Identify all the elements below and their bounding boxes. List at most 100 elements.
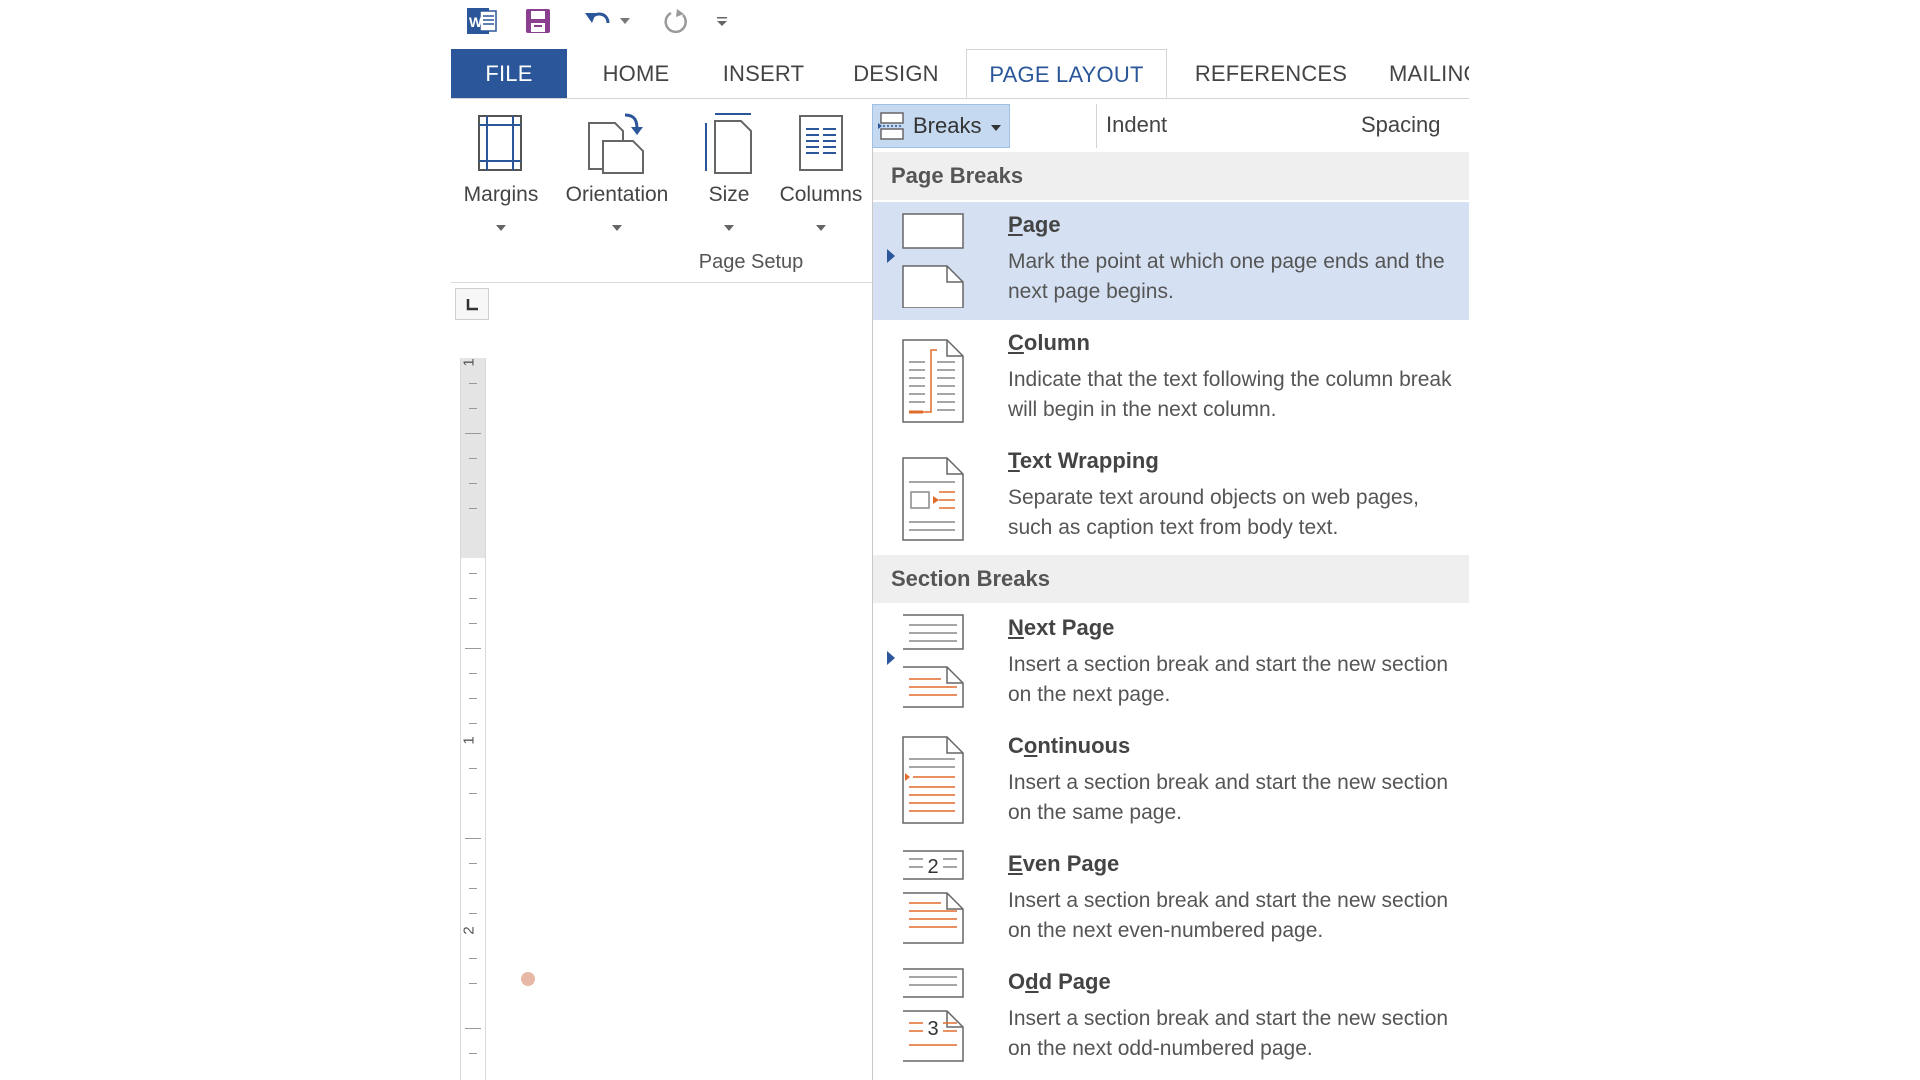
continuous-description: Insert a section break and start the new… — [1008, 771, 1449, 824]
tab-home[interactable]: HOME — [586, 49, 686, 98]
page-setup-group: Margins Orientation Size Columns Page Se… — [451, 99, 872, 283]
column-break-option[interactable]: Column Indicate that the text following … — [873, 320, 1469, 438]
margins-label: Margins — [463, 183, 539, 206]
ruler-tick — [469, 913, 477, 914]
chevron-down-icon — [496, 225, 506, 231]
size-label: Size — [708, 183, 750, 206]
undo-dropdown-icon[interactable] — [617, 6, 633, 36]
ruler-number: 1 — [460, 736, 478, 745]
even-page-title: Even Page — [1008, 851, 1120, 876]
ruler-tick — [465, 1028, 481, 1029]
svg-text:2: 2 — [927, 856, 938, 878]
size-icon — [705, 113, 752, 174]
spacing-label: Spacing — [1361, 112, 1441, 137]
ruler-tick — [469, 888, 477, 889]
tab-mailings[interactable]: MAILINGS — [1381, 49, 1469, 98]
ruler-tick — [469, 958, 477, 959]
orientation-button[interactable]: Orientation — [557, 101, 677, 241]
ruler-tick — [469, 768, 477, 769]
text-wrapping-title: Text Wrapping — [1008, 448, 1159, 473]
margins-icon — [478, 115, 522, 171]
orientation-label: Orientation — [565, 183, 669, 206]
left-tab-icon — [466, 299, 478, 311]
tab-references[interactable]: REFERENCES — [1181, 49, 1361, 98]
customize-qat-icon[interactable] — [713, 6, 731, 36]
ruler-tick — [469, 408, 477, 409]
word-icon[interactable]: W — [465, 6, 499, 36]
ruler-tick — [469, 598, 477, 599]
column-break-title: Column — [1008, 330, 1090, 355]
selection-pointer-icon — [887, 249, 895, 263]
ruler-number: 2 — [460, 926, 478, 935]
breaks-label: Breaks — [913, 113, 982, 138]
even-page-break-option[interactable]: 2 Even Page Insert a section break and s… — [873, 841, 1469, 959]
ruler-tick — [469, 793, 477, 794]
ruler-tick — [469, 623, 477, 624]
ruler-tick — [469, 573, 477, 574]
page-break-option[interactable]: Page Mark the point at which one page en… — [873, 202, 1469, 320]
continuous-icon — [902, 736, 964, 824]
continuous-break-option[interactable]: Continuous Insert a section break and st… — [873, 723, 1469, 841]
ruler-tick — [469, 458, 477, 459]
ruler-tick — [469, 673, 477, 674]
chevron-down-icon — [816, 225, 826, 231]
tab-selector[interactable] — [455, 288, 489, 320]
odd-page-icon: 3 — [903, 968, 964, 1062]
ruler-tick — [469, 723, 477, 724]
even-page-description: Insert a section break and start the new… — [1008, 889, 1449, 942]
chevron-down-icon — [724, 225, 734, 231]
even-page-icon: 2 — [903, 850, 964, 944]
orientation-icon — [588, 113, 644, 174]
vertical-ruler[interactable]: 1 1 2 — [460, 358, 486, 1080]
columns-button[interactable]: Columns — [773, 101, 869, 241]
odd-page-break-option[interactable]: 3 Odd Page Insert a section break and st… — [873, 959, 1469, 1077]
text-wrapping-icon — [902, 457, 964, 541]
tab-page-layout[interactable]: PAGE LAYOUT — [966, 49, 1167, 98]
next-page-break-option[interactable]: Next Page Insert a section break and sta… — [873, 605, 1469, 723]
odd-page-title: Odd Page — [1008, 969, 1111, 994]
text-wrapping-description: Separate text around objects on web page… — [1008, 486, 1419, 539]
selection-pointer-icon — [887, 651, 895, 665]
undo-icon[interactable] — [581, 6, 615, 36]
next-page-icon — [903, 614, 964, 708]
breaks-button[interactable]: Breaks — [872, 104, 1010, 148]
page-setup-group-label: Page Setup — [698, 251, 804, 273]
svg-text:W: W — [469, 14, 483, 30]
ruler-tick — [465, 433, 481, 434]
ruler-number: 1 — [460, 358, 478, 367]
breaks-icon — [878, 112, 904, 140]
ruler-tick — [469, 508, 477, 509]
ruler-tick — [469, 483, 477, 484]
next-page-description: Insert a section break and start the new… — [1008, 653, 1449, 706]
ruler-tick — [469, 983, 477, 984]
save-icon[interactable] — [523, 6, 553, 36]
ruler-tick — [469, 863, 477, 864]
svg-text:3: 3 — [927, 1018, 938, 1040]
tab-insert[interactable]: INSERT — [711, 49, 816, 98]
page-break-description: Mark the point at which one page ends an… — [1008, 250, 1445, 303]
continuous-title: Continuous — [1008, 733, 1131, 758]
text-wrapping-break-option[interactable]: Text Wrapping Separate text around objec… — [873, 438, 1469, 556]
columns-label: Columns — [779, 183, 863, 206]
tab-file[interactable]: FILE — [451, 49, 567, 98]
size-button[interactable]: Size — [691, 101, 767, 241]
column-break-description: Indicate that the text following the col… — [1008, 368, 1452, 421]
ruler-tick — [465, 648, 481, 649]
breaks-dropdown-menu: Page Breaks Page Mark the point at which… — [872, 148, 1469, 1080]
redo-icon[interactable] — [660, 6, 692, 36]
margins-button[interactable]: Margins — [461, 101, 541, 241]
ruler-tick — [469, 383, 477, 384]
ribbon-tabs: FILE HOME INSERT DESIGN PAGE LAYOUT REFE… — [451, 49, 1469, 99]
column-break-icon — [902, 339, 964, 423]
page-break-title: Page — [1008, 212, 1061, 237]
cursor-marker — [521, 972, 535, 986]
section-breaks-header: Section Breaks — [873, 555, 1469, 603]
ruler-tick — [469, 698, 477, 699]
page-breaks-header: Page Breaks — [873, 152, 1469, 200]
word-window: W FILE HOME INSERT DESIGN PAGE LAYOUT RE… — [451, 0, 1469, 1080]
divider — [1096, 104, 1097, 148]
ruler-tick — [465, 838, 481, 839]
page-break-icon — [902, 213, 964, 308]
tab-design[interactable]: DESIGN — [841, 49, 951, 98]
next-page-title: Next Page — [1008, 615, 1115, 640]
